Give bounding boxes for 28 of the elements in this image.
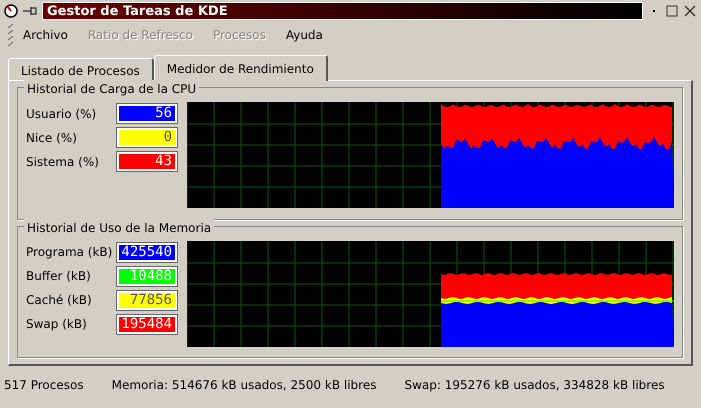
meter-label: Caché (kB) [26, 292, 92, 309]
menu-item[interactable]: Ayuda [276, 26, 333, 44]
tab[interactable]: Medidor de Rendimiento [154, 55, 328, 81]
menu-item[interactable]: Archivo [13, 26, 78, 44]
meter-value: 0 [117, 128, 177, 147]
pin-icon[interactable] [22, 6, 38, 16]
meter-label: Programa (kB) [26, 244, 112, 261]
app-icon[interactable] [4, 4, 18, 18]
tab[interactable]: Listado de Procesos [8, 58, 154, 80]
close-icon[interactable] [683, 4, 697, 18]
meter-value: 77856 [117, 290, 177, 310]
status-text: Memoria: 514676 kB usados, 2500 kB libres [112, 377, 376, 394]
meter-value: 56 [117, 104, 177, 123]
meter-value: 425540 [117, 242, 177, 262]
meter-label: Buffer (kB) [26, 268, 91, 285]
status-text: Swap: 195276 kB usados, 334828 kB libres [404, 377, 665, 394]
meter-value: 195484 [117, 314, 177, 334]
status-text: 517 Procesos [4, 377, 84, 394]
group-title: Historial de Carga de la CPU [24, 80, 200, 98]
meter-label: Swap (kB) [26, 316, 87, 333]
meter-label: Sistema (%) [26, 154, 99, 170]
meter-value: 43 [117, 152, 177, 171]
maximize-icon[interactable] [665, 4, 679, 18]
meter-value: 10488 [117, 266, 177, 286]
meter-label: Nice (%) [26, 130, 77, 146]
meter-label: Usuario (%) [26, 106, 96, 122]
window-title: Gestor de Tareas de KDE [42, 2, 643, 20]
grip-handle[interactable] [8, 24, 13, 46]
